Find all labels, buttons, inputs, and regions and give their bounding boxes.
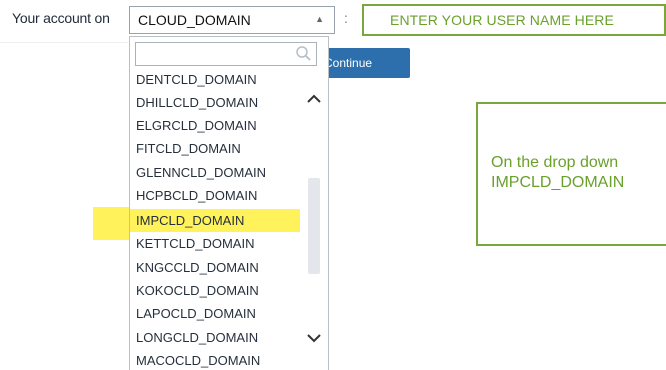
domain-dropdown-list[interactable]: DENTCLD_DOMAIN DHILLCLD_DOMAIN ELGRCLD_D… [129, 36, 329, 370]
username-callout: ENTER YOUR USER NAME HERE [362, 4, 666, 36]
dropdown-item-longcld[interactable]: LONGCLD_DOMAIN [130, 326, 300, 349]
instruction-callout: On the drop down IMPCLD_DOMAIN [476, 102, 666, 246]
instruction-text: On the drop down IMPCLD_DOMAIN [491, 153, 624, 193]
account-label: Your account on [12, 10, 110, 26]
dropdown-item-dhillcld[interactable]: DHILLCLD_DOMAIN [130, 91, 300, 114]
dropdown-item-glenncld[interactable]: GLENNCLD_DOMAIN [130, 161, 300, 184]
dropdown-item-dentcld[interactable]: DENTCLD_DOMAIN [130, 68, 300, 91]
background-divider [0, 42, 128, 43]
dropdown-item-fitcld[interactable]: FITCLD_DOMAIN [130, 137, 300, 160]
instruction-line-1: On the drop down [491, 154, 619, 171]
colon-separator: : [344, 10, 348, 26]
dropdown-item-kngccld[interactable]: KNGCCLD_DOMAIN [130, 256, 300, 279]
dropdown-item-elgrcld[interactable]: ELGRCLD_DOMAIN [130, 114, 300, 137]
domain-select[interactable]: CLOUD_DOMAIN ▲ [129, 6, 335, 34]
chevron-up-icon[interactable] [306, 93, 322, 105]
dropdown-item-lapocld[interactable]: LAPOCLD_DOMAIN [130, 302, 300, 325]
scrollbar-thumb[interactable] [308, 178, 320, 274]
dropdown-item-macocld[interactable]: MACOCLD_DOMAIN [130, 349, 300, 370]
dropdown-item-kokocld[interactable]: KOKOCLD_DOMAIN [130, 279, 300, 302]
dropdown-item-kettcld[interactable]: KETTCLD_DOMAIN [130, 232, 300, 255]
search-icon [296, 46, 311, 61]
dropdown-item-impcld[interactable]: IMPCLD_DOMAIN [130, 209, 300, 232]
select-arrows-icon: ▲ [315, 14, 324, 24]
chevron-down-icon[interactable] [306, 332, 322, 344]
instruction-line-2: IMPCLD_DOMAIN [491, 174, 625, 191]
username-callout-text: ENTER YOUR USER NAME HERE [390, 12, 614, 28]
highlight-marker [93, 207, 129, 240]
dropdown-scrollbar[interactable] [303, 85, 325, 369]
domain-select-value: CLOUD_DOMAIN [138, 12, 251, 28]
dropdown-item-hcpbcld[interactable]: HCPBCLD_DOMAIN [130, 184, 300, 207]
dropdown-search-input[interactable] [135, 42, 317, 66]
